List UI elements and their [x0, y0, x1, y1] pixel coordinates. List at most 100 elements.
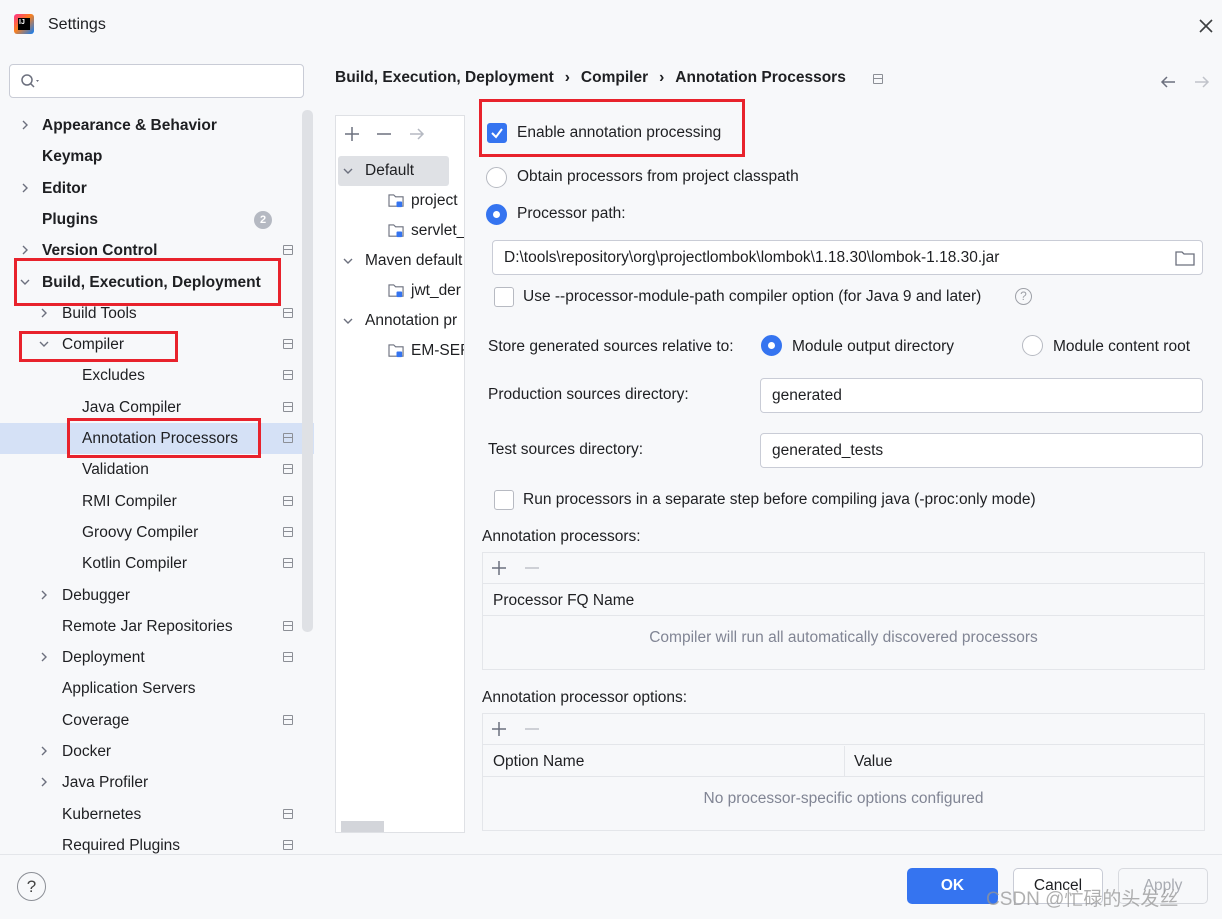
tree-item[interactable]: Java Compiler [0, 392, 300, 423]
production-sources-input[interactable]: generated [760, 378, 1203, 413]
tree-item[interactable]: RMI Compiler [0, 486, 300, 517]
processor-fq-name-header[interactable]: Processor FQ Name [483, 585, 1204, 616]
value-header[interactable]: Value [854, 746, 893, 777]
obtain-from-classpath-label: Obtain processors from project classpath [517, 168, 799, 185]
enable-annotation-processing-checkbox[interactable] [487, 123, 507, 143]
tree-item[interactable]: Keymap [0, 141, 300, 172]
chevron-down-icon[interactable] [342, 165, 354, 177]
module-folder-icon [388, 344, 404, 358]
tree-item-label: Compiler [62, 336, 125, 354]
add-icon[interactable] [344, 126, 360, 142]
breadcrumb-separator: › [564, 69, 570, 86]
remove-icon[interactable] [524, 560, 540, 576]
test-sources-label: Test sources directory: [488, 441, 644, 458]
chevron-down-icon[interactable] [19, 276, 31, 288]
profile-label: EM-SER [411, 342, 464, 359]
project-scope-icon [283, 620, 293, 631]
chevron-right-icon[interactable] [38, 776, 50, 788]
breadcrumb-item[interactable]: Compiler [581, 69, 648, 86]
project-scope-icon [283, 495, 293, 506]
add-icon[interactable] [491, 560, 507, 576]
tree-item-label: Deployment [62, 649, 145, 667]
obtain-from-classpath-radio[interactable] [486, 167, 507, 188]
separate-step-checkbox[interactable] [494, 490, 514, 510]
tree-item[interactable]: Coverage [0, 705, 300, 736]
window-title: Settings [48, 16, 106, 33]
processor-path-radio[interactable] [486, 204, 507, 225]
move-to-icon[interactable] [409, 126, 425, 142]
project-scope-icon [283, 808, 293, 819]
tree-item[interactable]: Annotation Processors [0, 423, 314, 454]
module-folder-icon [388, 194, 404, 208]
help-icon[interactable]: ? [1015, 288, 1032, 305]
breadcrumb-item[interactable]: Build, Execution, Deployment [335, 69, 554, 86]
processor-path-field[interactable]: D:\tools\repository\org\projectlombok\lo… [492, 240, 1203, 275]
module-output-directory-radio[interactable] [761, 335, 782, 356]
forward-arrow-icon[interactable] [1193, 73, 1211, 95]
profile-group[interactable]: Annotation pr [338, 306, 464, 336]
tree-item[interactable]: Version Control [0, 235, 300, 266]
profile-group[interactable]: Maven default [338, 246, 464, 276]
tree-item-label: Debugger [62, 586, 131, 604]
option-name-header[interactable]: Option Name [493, 746, 584, 777]
chevron-down-icon[interactable] [38, 338, 50, 350]
tree-item[interactable]: Plugins 2 [0, 204, 300, 235]
column-divider[interactable] [844, 746, 845, 777]
tree-item[interactable]: Deployment [0, 642, 300, 673]
tree-item[interactable]: Editor [0, 173, 300, 204]
remove-icon[interactable] [524, 721, 540, 737]
tree-item[interactable]: Groovy Compiler [0, 517, 300, 548]
remove-icon[interactable] [376, 126, 392, 142]
tree-item[interactable]: Excludes [0, 360, 300, 391]
tree-item[interactable]: Remote Jar Repositories [0, 611, 300, 642]
test-sources-input[interactable]: generated_tests [760, 433, 1203, 468]
tree-item[interactable]: Validation [0, 454, 300, 485]
profile-module[interactable]: project [388, 186, 464, 216]
profile-module[interactable]: servlet_ [388, 216, 464, 246]
tree-item[interactable]: Compiler [0, 329, 300, 360]
tree-item[interactable]: Application Servers [0, 673, 300, 704]
add-icon[interactable] [491, 721, 507, 737]
chevron-down-icon[interactable] [342, 255, 354, 267]
project-scope-icon [283, 307, 293, 318]
production-sources-label: Production sources directory: [488, 386, 689, 403]
profile-module[interactable]: EM-SER [388, 336, 464, 366]
tree-item[interactable]: Kubernetes [0, 799, 300, 830]
empty-table-text: Compiler will run all automatically disc… [649, 629, 1038, 646]
chevron-right-icon[interactable] [19, 182, 31, 194]
browse-folder-icon[interactable] [1175, 250, 1195, 266]
settings-search-input[interactable] [9, 64, 304, 98]
chevron-down-icon[interactable] [342, 315, 354, 327]
tree-item[interactable]: Build Tools [0, 298, 300, 329]
chevron-right-icon[interactable] [38, 589, 50, 601]
chevron-right-icon[interactable] [38, 651, 50, 663]
tree-item[interactable]: Docker [0, 736, 300, 767]
title-bar [0, 0, 1222, 52]
chevron-right-icon[interactable] [19, 244, 31, 256]
tree-item[interactable]: Build, Execution, Deployment [0, 267, 300, 298]
processor-module-path-checkbox[interactable] [494, 287, 514, 307]
chevron-right-icon[interactable] [38, 745, 50, 757]
module-content-root-radio[interactable] [1022, 335, 1043, 356]
tree-scrollbar[interactable] [302, 110, 313, 632]
processor-options-title: Annotation processor options: [482, 689, 688, 706]
profile-module[interactable]: jwt_der [388, 276, 464, 306]
tree-item-label: Version Control [42, 242, 158, 260]
profiles-toolbar [336, 116, 464, 152]
tree-item[interactable]: Java Profiler [0, 767, 300, 798]
profile-label: Default [365, 162, 415, 179]
empty-table-text: No processor-specific options configured [703, 790, 984, 807]
chevron-right-icon[interactable] [19, 119, 31, 131]
ok-button[interactable]: OK [907, 868, 998, 904]
profiles-horizontal-scrollbar[interactable] [341, 821, 384, 832]
tree-item[interactable]: Kotlin Compiler [0, 548, 300, 579]
close-icon[interactable] [1194, 14, 1218, 38]
annotation-processors-title: Annotation processors: [482, 528, 641, 545]
tree-item[interactable]: Debugger [0, 580, 300, 611]
chevron-right-icon[interactable] [38, 307, 50, 319]
back-arrow-icon[interactable] [1159, 73, 1177, 95]
help-button[interactable]: ? [17, 872, 46, 901]
tree-item[interactable]: Appearance & Behavior [0, 110, 300, 141]
store-generated-label: Store generated sources relative to: [488, 338, 734, 355]
profile-group[interactable]: Default [338, 156, 449, 186]
